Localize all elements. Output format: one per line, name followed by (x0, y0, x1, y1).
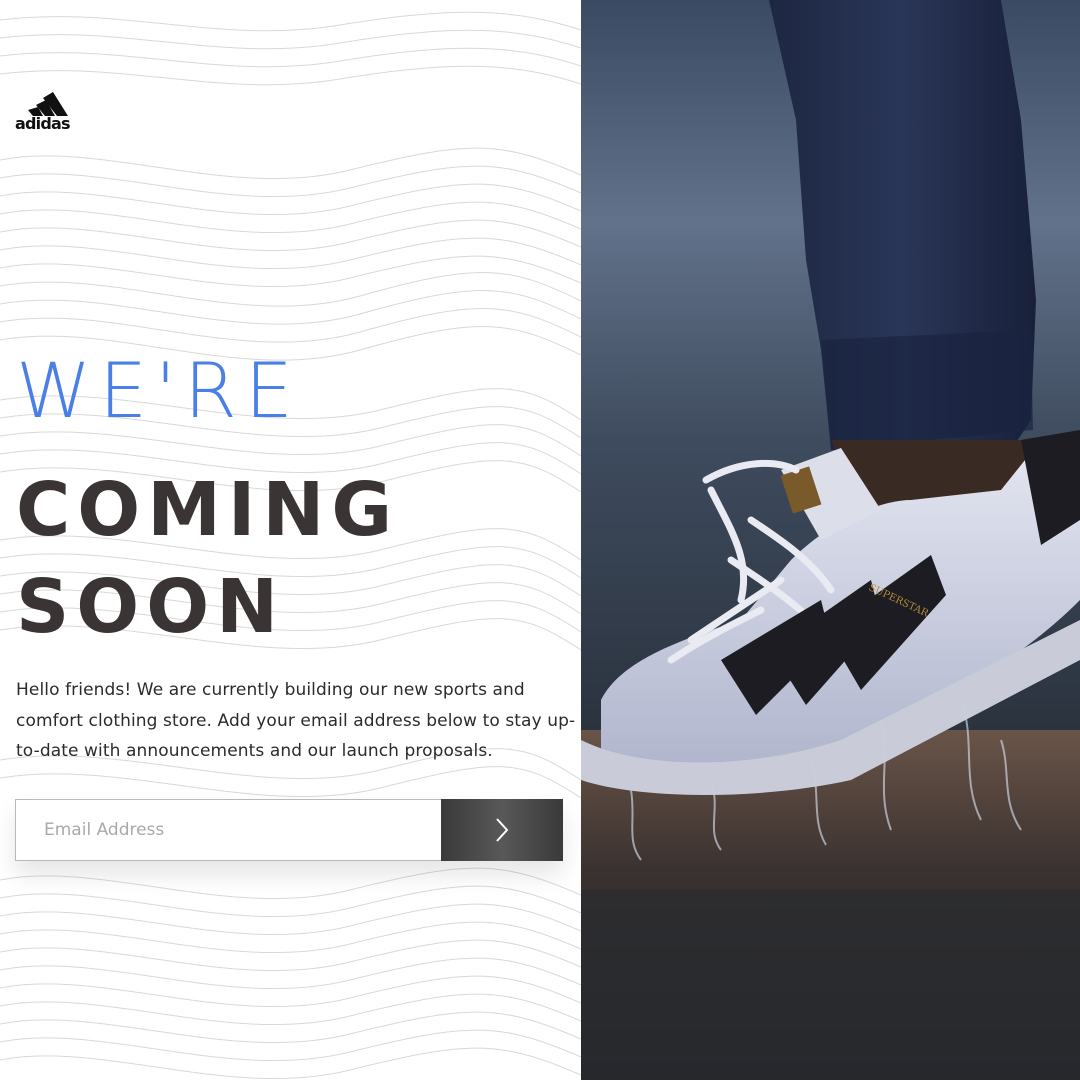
chevron-right-icon (496, 818, 509, 842)
headline-were: WE'RE (16, 346, 301, 435)
hero-photo: SUPERSTAR (581, 0, 1080, 1080)
headline-soon: SOON (16, 564, 286, 650)
sneaker-photo: SUPERSTAR (581, 0, 1080, 1080)
email-input[interactable] (15, 799, 441, 861)
submit-button[interactable] (441, 799, 563, 861)
email-signup-form (15, 799, 563, 861)
left-panel: adidas WE'RE COMING SOON Hello friends! … (0, 0, 581, 1080)
description-text: Hello friends! We are currently building… (16, 680, 576, 761)
three-stripes-icon (28, 92, 68, 116)
adidas-logo[interactable]: adidas (15, 92, 83, 138)
headline-coming: COMING (16, 467, 400, 553)
logo-wordmark: adidas (15, 114, 71, 133)
